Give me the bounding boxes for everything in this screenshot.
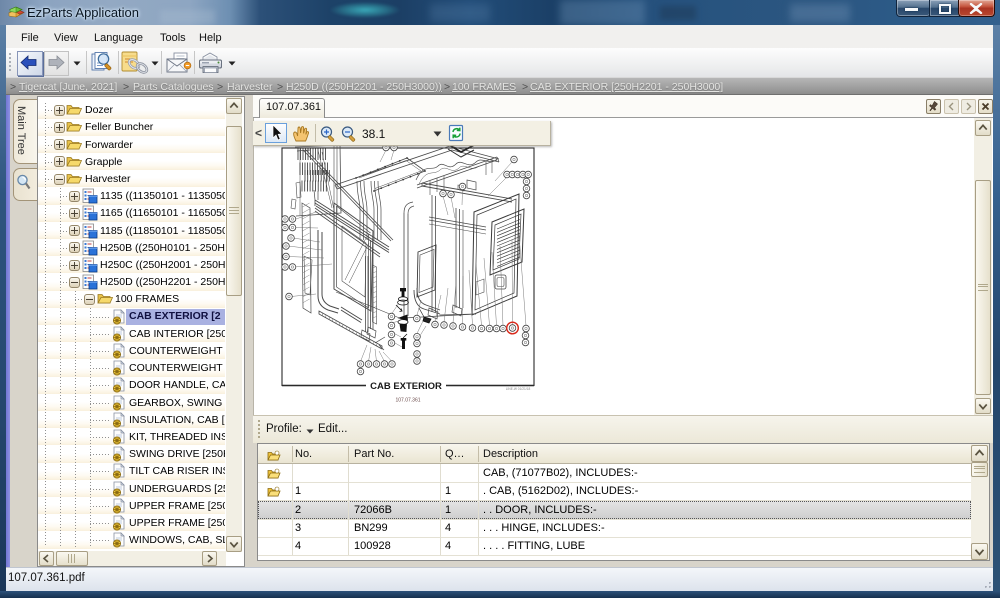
svg-text:CAB EXTERIOR: CAB EXTERIOR <box>370 381 442 392</box>
svg-text:LINE-W 01/21/18: LINE-W 01/21/18 <box>506 387 531 391</box>
svg-text:107.07.361: 107.07.361 <box>395 398 420 404</box>
